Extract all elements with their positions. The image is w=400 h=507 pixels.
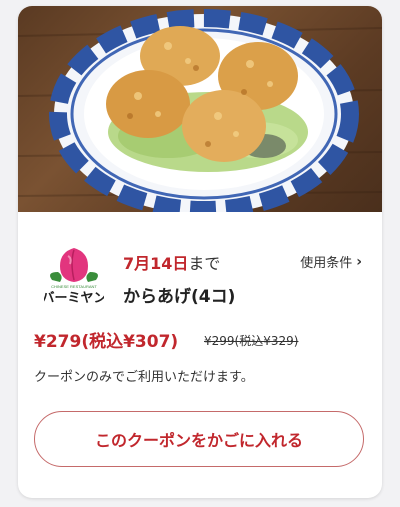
usage-note: クーポンのみでご利用いただけます。 [34,370,254,385]
item-name: からあげ(4コ) [123,287,236,307]
logo-small-text: CHINESE RESTAURANT [51,284,97,289]
coupon-price: ¥279(税込¥307) [34,332,179,352]
deadline: 7月14日まで [123,250,220,274]
deadline-date: 7月14日 [123,254,189,273]
terms-link[interactable]: 使用条件 › [300,252,362,272]
bamiyan-logo: CHINESE RESTAURANT バーミヤン [41,242,107,306]
add-to-cart-button[interactable]: このクーポンをかごに入れる [34,411,364,467]
chevron-right-icon: › [356,253,362,270]
original-price: ¥299(税込¥329) [204,334,299,348]
terms-label: 使用条件 [300,256,353,271]
food-photo [18,6,382,212]
deadline-suffix: まで [188,254,221,273]
peach-logo-icon: CHINESE RESTAURANT バーミヤン [41,248,107,306]
coupon-card: CHINESE RESTAURANT バーミヤン 7月14日まで 使用条件 › … [18,6,382,498]
logo-brand-text: バーミヤン [44,291,104,306]
